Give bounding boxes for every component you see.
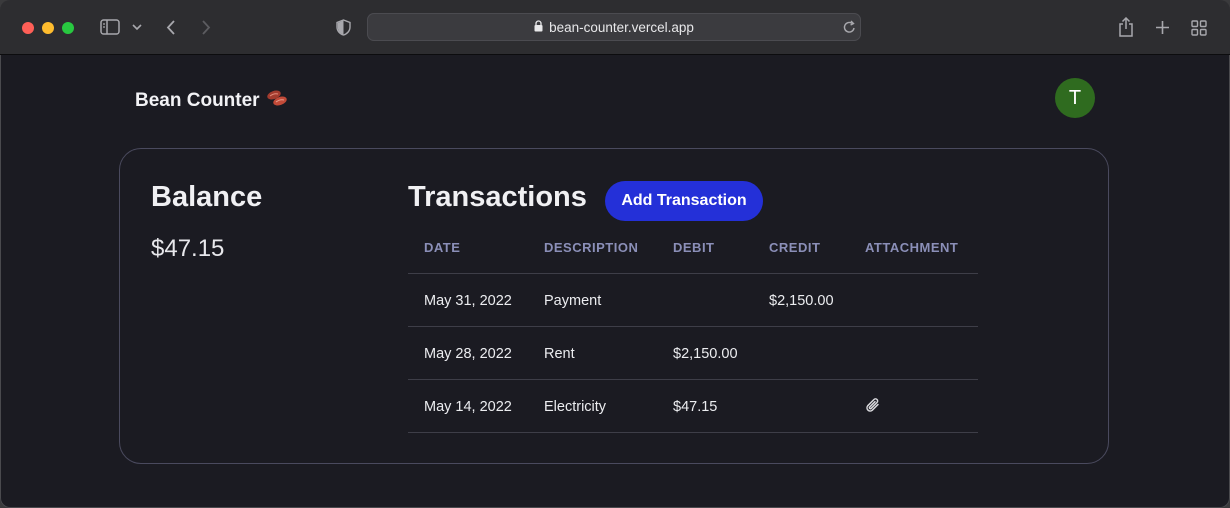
cell-description: Electricity <box>544 399 607 415</box>
browser-window: bean-counter.vercel.app Bean Counter T B… <box>0 0 1230 508</box>
app-title: Bean Counter <box>135 90 260 111</box>
beans-icon <box>266 88 288 114</box>
back-icon[interactable] <box>165 19 177 36</box>
share-icon[interactable] <box>1118 17 1134 37</box>
cell-date: May 31, 2022 <box>424 293 512 309</box>
cell-debit: $2,150.00 <box>673 346 738 362</box>
cell-debit: $47.15 <box>673 399 718 415</box>
table-row[interactable]: May 28, 2022 Rent $2,150.00 <box>408 327 978 380</box>
cell-description: Rent <box>544 346 575 362</box>
column-header-date: DATE <box>424 240 461 255</box>
zoom-window-button[interactable] <box>62 22 74 34</box>
address-bar[interactable]: bean-counter.vercel.app <box>367 13 861 41</box>
lock-icon <box>534 19 543 35</box>
add-transaction-button[interactable]: Add Transaction <box>605 181 763 221</box>
reload-icon[interactable] <box>843 20 856 34</box>
cell-date: May 28, 2022 <box>424 346 512 362</box>
url-text: bean-counter.vercel.app <box>549 19 694 35</box>
column-header-debit: DEBIT <box>673 240 715 255</box>
new-tab-icon[interactable] <box>1155 20 1170 35</box>
transactions-heading: Transactions <box>408 181 587 213</box>
close-window-button[interactable] <box>22 22 34 34</box>
table-row[interactable]: May 31, 2022 Payment $2,150.00 <box>408 274 978 327</box>
paperclip-icon[interactable] <box>865 397 881 414</box>
cell-date: May 14, 2022 <box>424 399 512 415</box>
column-header-description: DESCRIPTION <box>544 240 639 255</box>
table-header: DATE DESCRIPTION DEBIT CREDIT ATTACHMENT <box>408 221 978 274</box>
column-header-credit: CREDIT <box>769 240 821 255</box>
balance-amount: $47.15 <box>151 235 225 262</box>
minimize-window-button[interactable] <box>42 22 54 34</box>
cell-credit: $2,150.00 <box>769 293 834 309</box>
app-brand[interactable]: Bean Counter <box>135 88 288 114</box>
tab-overview-icon[interactable] <box>1191 20 1207 36</box>
transactions-table: DATE DESCRIPTION DEBIT CREDIT ATTACHMENT… <box>408 221 978 433</box>
privacy-shield-icon[interactable] <box>336 19 351 36</box>
cell-description: Payment <box>544 293 602 309</box>
sidebar-toggle-icon[interactable] <box>100 19 120 35</box>
browser-toolbar: bean-counter.vercel.app <box>0 0 1230 55</box>
forward-icon[interactable] <box>200 19 212 36</box>
avatar-initial: T <box>1068 86 1082 109</box>
column-header-attachment: ATTACHMENT <box>865 240 959 255</box>
balance-heading: Balance <box>151 181 263 213</box>
chevron-down-icon[interactable] <box>132 24 142 31</box>
avatar[interactable]: T <box>1055 78 1095 118</box>
table-row[interactable]: May 14, 2022 Electricity $47.15 <box>408 380 978 433</box>
